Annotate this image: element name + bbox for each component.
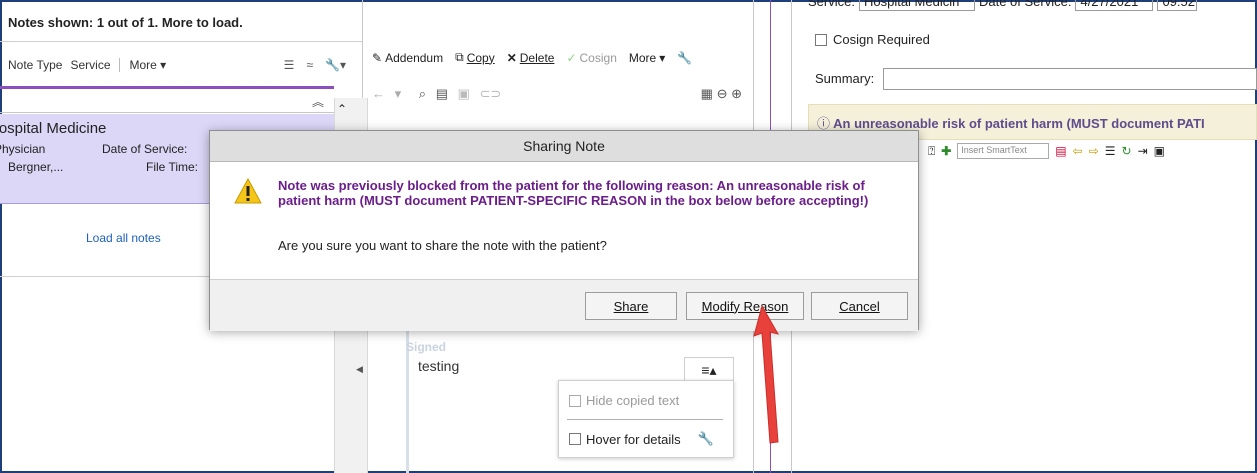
check-icon: ✓	[566, 50, 577, 65]
divider	[0, 41, 362, 42]
insert-icon[interactable]: ⇥	[1138, 144, 1148, 158]
warning-icon	[234, 178, 262, 204]
dialog-message: Note was previously blocked from the pat…	[278, 178, 869, 208]
hover-details-checkbox[interactable]	[569, 433, 581, 445]
cosign-button[interactable]: ✓ Cosign	[566, 51, 616, 65]
copy-icon: ⧉	[455, 50, 464, 64]
dialog-question: Are you sure you want to share the note …	[278, 238, 607, 253]
file-time-label: File Time:	[146, 160, 199, 174]
collapse-left-icon[interactable]: ◀	[356, 364, 363, 375]
image-icon[interactable]: ▣	[458, 86, 470, 101]
red-arrow-annotation	[753, 304, 780, 444]
cosign-required-option[interactable]: Cosign Required	[815, 32, 930, 47]
next-arrow-icon[interactable]: ⇨	[1089, 144, 1099, 158]
smartphrase-icon[interactable]: ▤	[1055, 144, 1066, 158]
hover-details-label: Hover for details	[586, 431, 681, 447]
scroll-up-icon[interactable]: ⌃	[337, 102, 347, 116]
note-options-popup: Hide copied text Hover for details 🔧	[558, 380, 734, 458]
pencil-icon: ✎	[372, 50, 383, 65]
addendum-label: Addendum	[385, 50, 444, 65]
insert-smarttext-input[interactable]: Insert SmartText	[957, 143, 1050, 159]
note-service: Hospital Medicine	[0, 120, 107, 137]
prev-arrow-icon[interactable]: ⇦	[1073, 144, 1083, 158]
addendum-button[interactable]: ✎ Addendum	[372, 51, 443, 65]
navigation-toolbar: ← ▾ ⌕ ▤ ▣ ⊂⊃ ▦ ⊖ ⊕	[372, 86, 752, 108]
share-button[interactable]: Share	[585, 292, 677, 320]
sort-note-type[interactable]: Note Type	[8, 58, 62, 72]
delete-label: Delete	[519, 50, 555, 65]
collapse-up-icon[interactable]: ≈	[306, 58, 313, 72]
binoculars-icon[interactable]: ⌕	[419, 86, 426, 101]
more-button[interactable]: More ▾	[629, 51, 665, 65]
expand-list-icon[interactable]: ☰	[284, 58, 295, 72]
date-field[interactable]: 4/27/2021	[1075, 0, 1154, 11]
menu-lines-icon: ≡▴	[701, 361, 717, 378]
list-icon[interactable]: ☰	[1105, 144, 1116, 158]
load-all-notes-link[interactable]: Load all notes	[86, 231, 161, 245]
cosign-required-label: Cosign Required	[833, 32, 930, 47]
wrench-icon[interactable]: 🔧▾	[325, 58, 346, 72]
refresh-icon[interactable]: ↻	[1122, 144, 1132, 158]
delete-button[interactable]: ✕ Delete	[507, 51, 555, 65]
hide-copied-checkbox[interactable]	[569, 394, 581, 407]
link-icon[interactable]: ⊂⊃	[480, 86, 502, 101]
time-field[interactable]: 09:52	[1157, 0, 1198, 11]
date-label: Date of Service:	[102, 142, 188, 156]
hide-copied-label: Hide copied text	[586, 393, 680, 408]
service-label: Service:	[808, 0, 855, 9]
cosign-required-checkbox[interactable]	[815, 33, 827, 46]
dialog-footer: Share Modify Reason Cancel	[210, 279, 918, 331]
box-icon[interactable]: ▣	[1154, 144, 1165, 158]
notes-shown-label: Notes shown: 1 out of 1. More to load.	[8, 15, 243, 30]
more-menu[interactable]: More ▾	[118, 58, 166, 72]
hover-details-option[interactable]: Hover for details 🔧	[569, 431, 714, 447]
back-arrow-icon[interactable]: ←	[372, 86, 385, 101]
dropdown-icon[interactable]: ▾	[395, 86, 402, 101]
date-label: Date of Service:	[978, 0, 1072, 9]
notes-toolbar: Note Type Service More ▾ ☰ ≈ 🔧▾	[0, 48, 362, 82]
zoom-in-icon[interactable]: ⊕	[731, 86, 742, 101]
editor-toolbar: ⍰ ✚ Insert SmartText ▤ ⇦ ⇨ ☰ ↻ ⇥ ▣	[928, 143, 1165, 159]
info-icon: ⓘ	[817, 116, 831, 131]
service-field[interactable]: Hospital Medicin	[858, 0, 975, 11]
warning-text: An unreasonable risk of patient harm (MU…	[833, 116, 1205, 131]
cosign-label: Cosign	[579, 50, 617, 65]
signed-label: Signed	[406, 340, 447, 354]
copy-label: Copy	[466, 50, 495, 65]
wrench-icon[interactable]: 🔧	[677, 51, 692, 65]
more-label: More	[628, 50, 657, 65]
add-icon[interactable]: ✚	[941, 144, 951, 158]
cancel-button[interactable]: Cancel	[811, 292, 908, 320]
summary-label: Summary:	[815, 71, 875, 86]
service-date-row: Service: Hospital Medicin Date of Servic…	[808, 0, 1257, 20]
more-label: More	[129, 58, 157, 72]
wrench-icon[interactable]: 🔧	[698, 431, 714, 447]
dialog-body: Note was previously blocked from the pat…	[210, 162, 918, 279]
summary-input[interactable]	[883, 68, 1257, 90]
print-icon[interactable]: ▦	[701, 86, 713, 101]
note-author: Bergner,...	[8, 160, 64, 174]
divider	[567, 419, 723, 420]
collapse-icon[interactable]: ︽	[312, 93, 324, 110]
note-text: testing	[418, 358, 460, 374]
zoom-out-icon[interactable]: ⊖	[717, 86, 728, 101]
dialog-title: Sharing Note	[210, 131, 918, 162]
sharing-note-dialog: Sharing Note Note was previously blocked…	[209, 130, 919, 331]
note-actions-toolbar: ✎ Addendum ⧉ Copy ✕ Delete ✓ Cosign More ▾ 🔧	[372, 50, 704, 65]
copy-button[interactable]: ⧉ Copy	[455, 50, 495, 65]
note-role: Physician	[0, 142, 46, 156]
sort-service[interactable]: Service	[70, 58, 110, 72]
x-icon: ✕	[506, 50, 517, 65]
hide-copied-option[interactable]: Hide copied text	[569, 393, 679, 408]
help-icon[interactable]: ⍰	[928, 144, 935, 159]
notes-filter-row[interactable]: ︽	[0, 89, 334, 113]
document-icon[interactable]: ▤	[436, 86, 448, 101]
